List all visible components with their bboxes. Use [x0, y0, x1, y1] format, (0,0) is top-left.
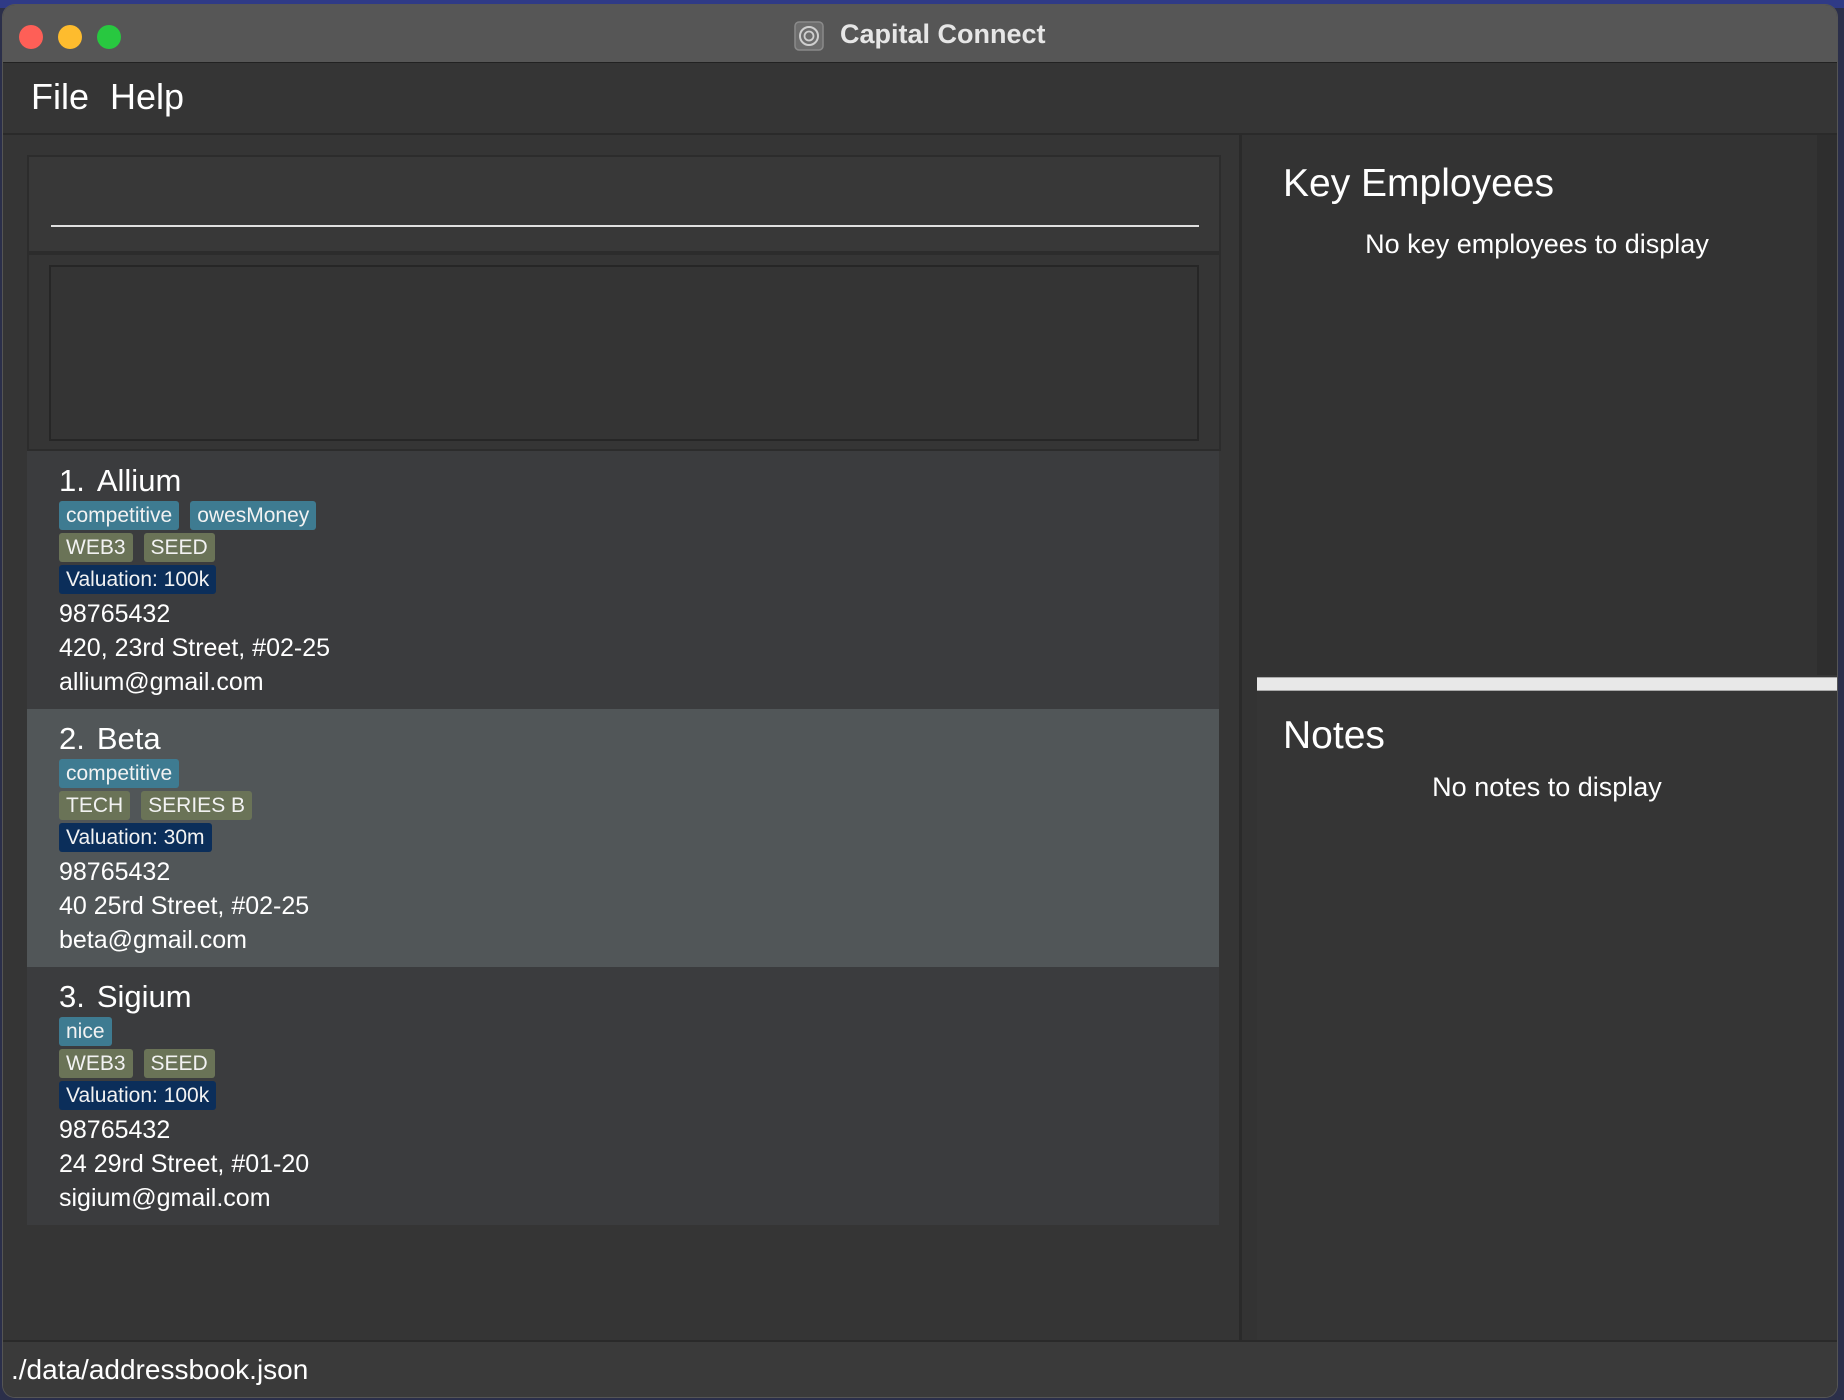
industry-tag-row: TECH SERIES B [59, 791, 309, 823]
split-pane-divider[interactable] [1257, 677, 1837, 691]
notes-empty-message: No notes to display [1432, 772, 1662, 802]
app-logo-icon [794, 21, 825, 51]
menu-file[interactable]: File [31, 77, 89, 117]
company-card-selected[interactable]: 2. Beta competitive TECH SERIES B Valuatio… [27, 709, 1219, 967]
funding-stage-badge: SERIES B [141, 791, 253, 820]
industry-tag-row: WEB3 SEED [59, 533, 330, 565]
command-box [27, 155, 1221, 253]
company-address: 24 29rd Street, #01-20 [59, 1150, 310, 1178]
status-bar: ./data/addressbook.json [3, 1340, 1837, 1397]
industry-tag-row: WEB3 SEED [59, 1049, 309, 1081]
window-title: Capital Connect [839, 19, 1046, 49]
funding-stage-badge: SEED [143, 533, 215, 562]
window-title-group: Capital Connect [3, 17, 1837, 51]
key-employees-empty-message: No key employees to display [1365, 229, 1709, 259]
company-phone: 98765432 [59, 858, 171, 886]
company-name: Sigium [96, 979, 192, 1014]
key-employees-section: Key Employees No key employees to displa… [1257, 135, 1837, 675]
app-window: Capital Connect File Help 1. Allium compe… [3, 5, 1837, 1397]
notes-title: Notes [1283, 714, 1385, 757]
valuation-row: Valuation: 30m [59, 823, 309, 855]
valuation-row: Valuation: 100k [59, 1081, 309, 1113]
title-bar[interactable]: Capital Connect [3, 5, 1837, 63]
valuation-badge: Valuation: 30m [59, 823, 212, 852]
tag-row: competitive [59, 759, 309, 791]
tag-row: competitive owesMoney [59, 501, 330, 533]
tag-badge: nice [59, 1017, 112, 1046]
funding-stage-badge: SEED [143, 1049, 215, 1078]
company-list[interactable]: 1. Allium competitive owesMoney WEB3 SEED V… [27, 451, 1219, 1225]
company-email: beta@gmail.com [59, 926, 247, 954]
menu-help[interactable]: Help [110, 77, 184, 117]
industry-badge: TECH [59, 791, 131, 820]
tag-badge: competitive [59, 759, 180, 788]
company-email: allium@gmail.com [59, 668, 264, 696]
company-name: Allium [96, 463, 182, 498]
company-card[interactable]: 1. Allium competitive owesMoney WEB3 SEED V… [27, 451, 1219, 709]
company-email: sigium@gmail.com [59, 1184, 271, 1212]
company-phone: 98765432 [59, 600, 171, 628]
result-display[interactable] [49, 265, 1199, 441]
valuation-badge: Valuation: 100k [59, 565, 217, 594]
company-address: 40 25rd Street, #02-25 [59, 892, 310, 920]
company-title: 1. Allium [59, 461, 330, 501]
industry-badge: WEB3 [59, 1049, 133, 1078]
command-input[interactable] [51, 185, 1199, 227]
menu-bar: File Help [3, 63, 1837, 135]
tag-row: nice [59, 1017, 309, 1049]
key-employees-title: Key Employees [1283, 162, 1554, 205]
company-index: 2. [59, 721, 85, 756]
detail-panel: Key Employees No key employees to displa… [1257, 135, 1837, 1340]
data-file-path: ./data/addressbook.json [11, 1354, 309, 1385]
tag-badge: owesMoney [190, 501, 317, 530]
notes-section: Notes No notes to display [1257, 691, 1837, 1340]
company-phone: 98765432 [59, 1116, 171, 1144]
company-title: 3. Sigium [59, 977, 309, 1017]
company-title: 2. Beta [59, 719, 309, 759]
company-index: 3. [59, 979, 85, 1014]
company-index: 1. [59, 463, 85, 498]
valuation-row: Valuation: 100k [59, 565, 330, 597]
result-display-container [27, 253, 1221, 451]
industry-badge: WEB3 [59, 533, 133, 562]
company-address: 420, 23rd Street, #02-25 [59, 634, 331, 662]
valuation-badge: Valuation: 100k [59, 1081, 217, 1110]
company-list-panel: 1. Allium competitive owesMoney WEB3 SEED V… [3, 135, 1242, 1340]
company-name: Beta [96, 721, 161, 756]
company-card[interactable]: 3. Sigium nice WEB3 SEED Valuation: 100k 9… [27, 967, 1219, 1225]
tag-badge: competitive [59, 501, 180, 530]
